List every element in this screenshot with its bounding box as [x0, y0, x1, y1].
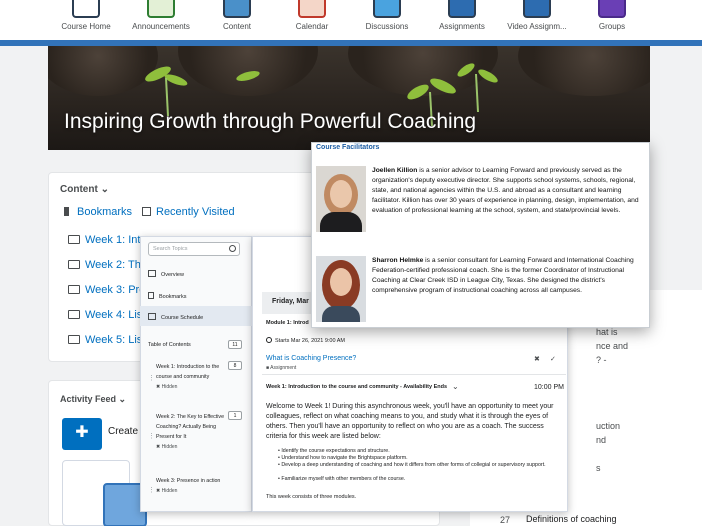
content-heading[interactable]: Content ⌄	[60, 184, 109, 195]
folder-icon	[68, 260, 80, 269]
calendar-icon	[298, 0, 326, 18]
module-label: Module 1: Introd	[266, 320, 309, 326]
nav-content[interactable]: Content	[197, 0, 277, 31]
right-text-fragment: nd	[596, 435, 607, 445]
history-icon	[142, 207, 151, 216]
module-count-badge: 8	[228, 361, 242, 370]
activity-tile[interactable]	[62, 460, 147, 526]
success-criteria-item: • Identify the course expectations and s…	[278, 448, 390, 454]
search-topics-input[interactable]: Search Topics	[148, 242, 240, 256]
right-text-fragment: nce and	[596, 341, 629, 351]
right-text-fragment: hat is	[596, 327, 618, 337]
chevron-down-icon: ⌄	[100, 184, 109, 195]
success-criteria-item: • Familiarize myself with other members …	[278, 476, 406, 482]
discussions-icon	[373, 0, 401, 18]
toc-count-badge: 11	[228, 340, 242, 349]
sidepanel-overview[interactable]: Overview	[148, 270, 184, 278]
divider	[262, 374, 566, 375]
table-of-contents-label: Table of Contents	[148, 342, 191, 348]
course-banner	[48, 46, 650, 150]
toc-module-3[interactable]: Week 3: Presence in action ✖ Hidden	[156, 476, 226, 496]
assignment-type: ■ Assignment	[266, 365, 297, 371]
checkmark-icon[interactable]: ✓	[550, 355, 556, 363]
folder-icon	[68, 235, 80, 244]
clock-icon	[266, 337, 272, 343]
chevron-down-icon: ⌄	[118, 394, 127, 404]
assignment-icon: ■	[266, 365, 270, 371]
bookmarks-link[interactable]: Bookmarks	[64, 206, 132, 218]
toc-module-2[interactable]: Week 2: The Key to Effective Coaching? A…	[156, 412, 226, 452]
search-icon	[229, 245, 236, 252]
availability-time: 10:00 PM	[534, 384, 564, 391]
visibility-icon[interactable]: ✖	[534, 355, 540, 363]
plus-icon: ✚	[75, 424, 89, 441]
video-assignments-icon	[523, 0, 551, 18]
hidden-status: ✖ Hidden	[156, 444, 178, 450]
sidepanel-bookmarks[interactable]: Bookmarks	[148, 292, 187, 300]
right-text-fragment: s	[596, 463, 601, 473]
sidepanel-course-schedule[interactable]: Course Schedule	[148, 313, 203, 321]
content-week-1[interactable]: Week 1: Intr	[68, 234, 144, 246]
calendar-icon	[148, 313, 156, 320]
banner-title: Inspiring Growth through Powerful Coachi…	[64, 110, 477, 133]
nav-calendar[interactable]: Calendar	[272, 0, 352, 31]
top-navigation: Course Home Announcements Content Calend…	[0, 0, 702, 40]
right-list-item[interactable]: Definitions of coaching	[526, 514, 617, 524]
sharron-helmke-photo	[316, 256, 366, 322]
create-label: Create	[108, 426, 139, 437]
right-list-number: 27	[500, 515, 511, 525]
content-icon	[223, 0, 251, 18]
nav-announcements[interactable]: Announcements	[121, 0, 201, 31]
joellen-killion-photo	[316, 166, 366, 232]
create-button[interactable]: ✚	[62, 418, 102, 450]
toc-module-1[interactable]: Week 1: Introduction to the course and c…	[156, 362, 226, 392]
chevron-down-icon[interactable]: ⌄	[452, 382, 459, 391]
success-criteria-item: • Develop a deep understanding of coachi…	[278, 462, 546, 468]
groups-icon	[598, 0, 626, 18]
hidden-status: ✖ Hidden	[156, 488, 178, 494]
module-count-badge: 1	[228, 411, 242, 420]
activity-feed-heading[interactable]: Activity Feed ⌄	[60, 394, 126, 405]
welcome-text: Welcome to Week 1! During this asynchron…	[266, 403, 554, 440]
nav-assignments[interactable]: Assignments	[422, 0, 502, 31]
nav-groups[interactable]: Groups	[572, 0, 652, 31]
right-text-fragment: ? -	[596, 355, 607, 365]
coaching-presence-link[interactable]: What is Coaching Presence?	[266, 355, 356, 362]
bookmark-icon	[64, 207, 69, 216]
content-week-3[interactable]: Week 3: Pre	[68, 284, 145, 296]
availability-ends-label: Week 1: Introduction to the course and c…	[266, 384, 448, 390]
drag-handle-icon[interactable]: ⋮	[148, 486, 155, 494]
folder-icon	[68, 310, 80, 319]
content-week-4[interactable]: Week 4: List	[68, 309, 145, 321]
right-text-fragment: uction	[596, 421, 621, 431]
drag-handle-icon[interactable]: ⋮	[148, 374, 155, 382]
assignments-icon	[448, 0, 476, 18]
drag-handle-icon[interactable]: ⋮	[148, 432, 155, 440]
seedling-illustration	[145, 63, 498, 127]
content-week-2[interactable]: Week 2: The	[68, 259, 147, 271]
start-date: Starts Mar 26, 2021 9:00 AM	[266, 337, 345, 344]
nav-course-home[interactable]: Course Home	[46, 0, 126, 31]
folder-icon	[68, 285, 80, 294]
nav-discussions[interactable]: Discussions	[347, 0, 427, 31]
nav-video-assignments[interactable]: Video Assignm...	[497, 0, 577, 31]
overview-icon	[148, 270, 156, 277]
recently-visited-link[interactable]: Recently Visited	[142, 206, 235, 218]
sharron-helmke-bio: Sharron Helmke is a senior consultant fo…	[372, 257, 634, 294]
modules-footer-text: This week consists of three modules.	[266, 494, 357, 500]
content-week-5[interactable]: Week 5: List	[68, 334, 145, 346]
announcements-icon	[147, 0, 175, 18]
joellen-killion-bio: Joellen Killion is a senior advisor to L…	[372, 167, 639, 214]
course-home-icon	[72, 0, 100, 18]
bookmark-icon	[148, 292, 154, 299]
facilitators-title: Course Facilitators	[316, 144, 380, 151]
success-criteria-item: • Understand how to navigate the Brights…	[278, 455, 408, 461]
hidden-status: ✖ Hidden	[156, 384, 178, 390]
folder-icon	[68, 335, 80, 344]
